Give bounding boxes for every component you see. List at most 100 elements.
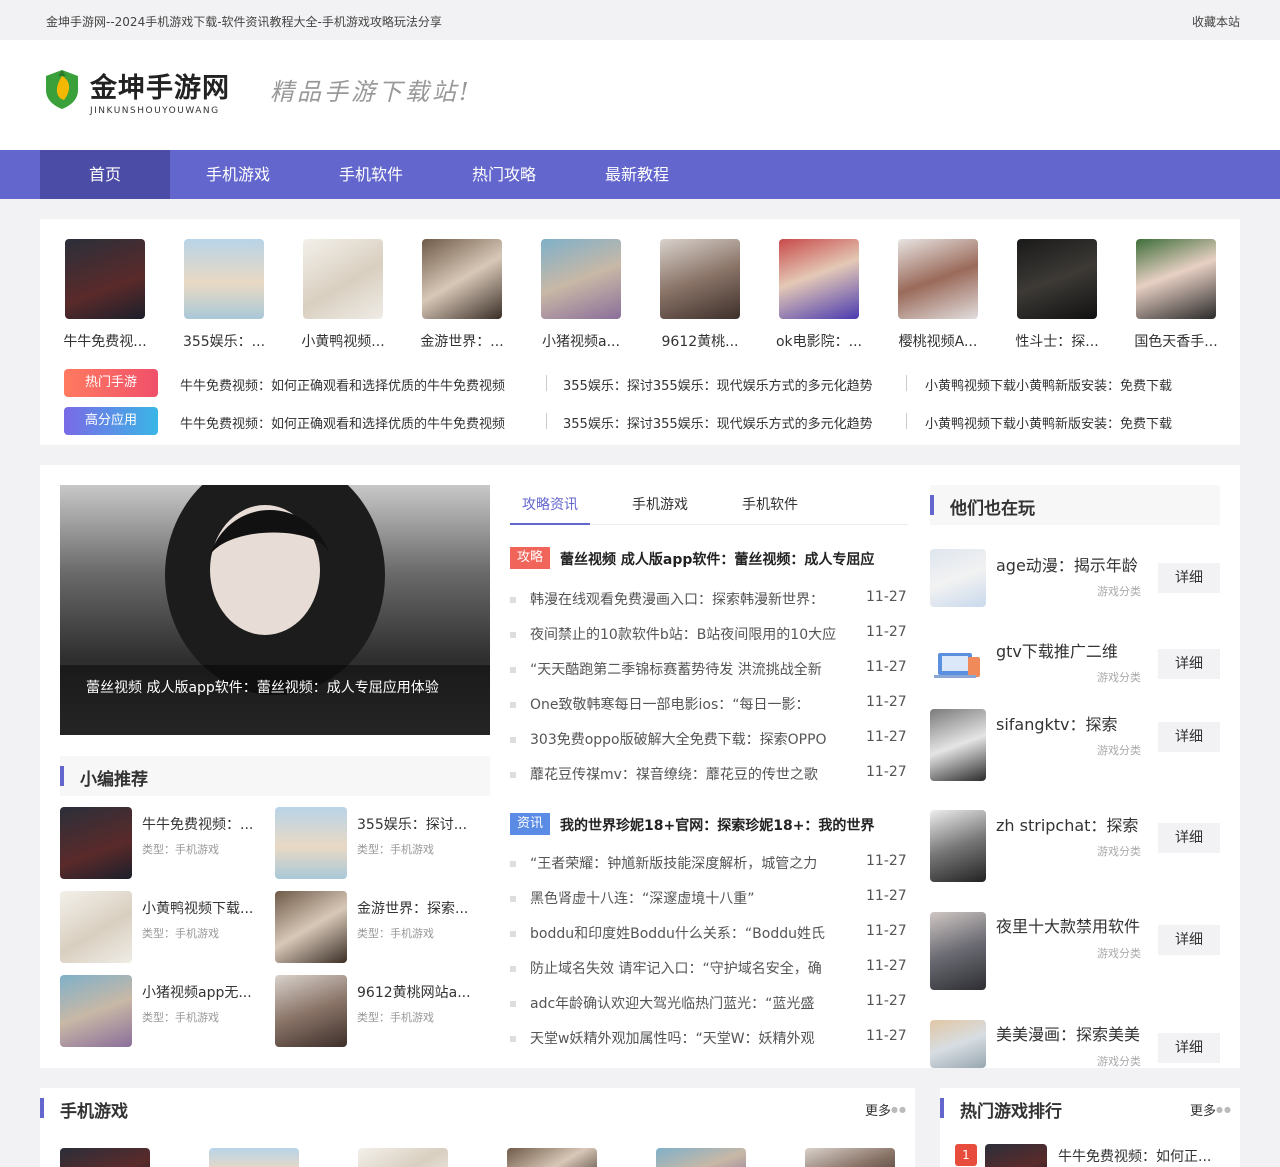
player-name[interactable]: age动漫：揭示年龄 bbox=[996, 552, 1138, 576]
game-thumb[interactable] bbox=[65, 239, 145, 319]
tab-guides[interactable]: 攻略资讯 bbox=[510, 485, 590, 525]
game-thumb[interactable] bbox=[209, 1148, 299, 1167]
news-item[interactable]: adc年龄确认欢迎大驾光临热门蓝光：“蓝光盛 bbox=[510, 993, 840, 1013]
site-logo[interactable]: 金坤手游网 JINKUNSHOUYOUWANG bbox=[42, 66, 242, 126]
game-thumb[interactable] bbox=[184, 239, 264, 319]
news-item[interactable]: 303免费oppo版破解大全免费下载：探索OPPO bbox=[510, 729, 840, 749]
game-caption[interactable]: 小猪视频a... bbox=[531, 331, 631, 351]
game-thumb[interactable] bbox=[358, 1148, 448, 1167]
game-thumb[interactable] bbox=[656, 1148, 746, 1167]
game-thumb[interactable] bbox=[805, 1148, 895, 1167]
rank-title[interactable]: 牛牛免费视频：如何正... bbox=[1058, 1146, 1211, 1166]
category-badge: 资讯 bbox=[510, 813, 550, 835]
rec-thumb[interactable] bbox=[60, 975, 132, 1047]
rec-thumb[interactable] bbox=[60, 891, 132, 963]
details-button[interactable]: 详细 bbox=[1158, 563, 1220, 593]
details-button[interactable]: 详细 bbox=[1158, 649, 1220, 679]
nav-home[interactable]: 首页 bbox=[40, 150, 170, 199]
tab-mobile-games[interactable]: 手机游戏 bbox=[610, 485, 710, 525]
tab-mobile-software[interactable]: 手机软件 bbox=[720, 485, 820, 525]
rec-title[interactable]: 小黄鸭视频下载... bbox=[142, 898, 253, 918]
game-caption[interactable]: 355娱乐：... bbox=[174, 331, 274, 351]
game-thumb[interactable] bbox=[507, 1148, 597, 1167]
news-item[interactable]: boddu和印度姓Boddu什么关系：“Boddu姓氏 bbox=[510, 923, 840, 943]
game-caption[interactable]: 小黄鸭视频... bbox=[293, 331, 393, 351]
details-button[interactable]: 详细 bbox=[1158, 1033, 1220, 1063]
rec-thumb[interactable] bbox=[275, 891, 347, 963]
top-apps-tag[interactable]: 高分应用 bbox=[64, 407, 158, 435]
nav-hot-guides[interactable]: 热门攻略 bbox=[436, 150, 572, 199]
rec-title[interactable]: 355娱乐：探讨... bbox=[357, 814, 467, 834]
details-button[interactable]: 详细 bbox=[1158, 925, 1220, 955]
game-thumb[interactable] bbox=[779, 239, 859, 319]
news-item[interactable]: One致敬韩寒每日一部电影ios：“每日一影： bbox=[510, 694, 840, 714]
player-name[interactable]: 夜里十大款禁用软件 bbox=[996, 913, 1140, 937]
player-category: 游戏分类 bbox=[1097, 585, 1141, 598]
game-thumb[interactable] bbox=[541, 239, 621, 319]
news-item[interactable]: 黑色肾虚十八连：“深邃虚境十八重” bbox=[510, 888, 840, 908]
tag-link[interactable]: 355娱乐：探讨355娱乐：现代娱乐方式的多元化趋势 bbox=[563, 375, 873, 394]
news-item[interactable]: 防止域名失效 请牢记入口：“守护域名安全，确 bbox=[510, 958, 840, 978]
tag-link[interactable]: 牛牛免费视频：如何正确观看和选择优质的牛牛免费视频 bbox=[180, 413, 505, 432]
game-thumb[interactable] bbox=[1136, 239, 1216, 319]
game-caption[interactable]: 牛牛免费视... bbox=[55, 331, 155, 351]
game-caption[interactable]: 9612黄桃... bbox=[650, 331, 750, 351]
featured-image[interactable]: 蕾丝视频 成人版app软件：蕾丝视频：成人专屈应用体验 bbox=[60, 485, 490, 735]
news-item[interactable]: “王者荣耀：钟馗新版技能深度解析，城管之力 bbox=[510, 853, 840, 873]
player-name[interactable]: 美美漫画：探索美美 bbox=[996, 1021, 1140, 1045]
player-name[interactable]: sifangktv：探索 bbox=[996, 711, 1118, 735]
more-dots-icon: ●● bbox=[891, 1105, 907, 1114]
rec-type: 类型：手机游戏 bbox=[142, 843, 219, 856]
tag-link[interactable]: 小黄鸭视频下载小黄鸭新版安装：免费下载 bbox=[925, 375, 1172, 394]
game-caption[interactable]: 性斗士：探... bbox=[1007, 331, 1107, 351]
bookmark-link[interactable]: 收藏本站 bbox=[1192, 13, 1240, 30]
game-thumb[interactable] bbox=[60, 1148, 150, 1167]
tag-link[interactable]: 牛牛免费视频：如何正确观看和选择优质的牛牛免费视频 bbox=[180, 375, 505, 394]
player-thumb[interactable] bbox=[930, 810, 986, 882]
player-thumb[interactable] bbox=[930, 549, 986, 607]
news-item[interactable]: 夜间禁止的10款软件b站：B站夜间限用的10大应 bbox=[510, 624, 840, 644]
nav-mobile-software[interactable]: 手机软件 bbox=[306, 150, 436, 199]
rec-title[interactable]: 小猪视频app无... bbox=[142, 982, 252, 1002]
news-item[interactable]: 天堂w妖精外观加属性吗：“天堂W：妖精外观 bbox=[510, 1028, 840, 1048]
game-caption[interactable]: ok电影院：... bbox=[769, 331, 869, 351]
player-thumb[interactable] bbox=[930, 912, 986, 990]
details-button[interactable]: 详细 bbox=[1158, 722, 1220, 752]
game-thumb[interactable] bbox=[898, 239, 978, 319]
player-thumb[interactable] bbox=[930, 1020, 986, 1068]
rec-title[interactable]: 金游世界：探索... bbox=[357, 898, 468, 918]
hot-games-tag[interactable]: 热门手游 bbox=[64, 369, 158, 397]
rec-title[interactable]: 9612黄桃网站a... bbox=[357, 982, 471, 1002]
game-caption[interactable]: 金游世界：... bbox=[412, 331, 512, 351]
player-name[interactable]: zh stripchat：探索 bbox=[996, 812, 1138, 836]
player-name[interactable]: gtv下载推广二维 bbox=[996, 638, 1118, 662]
news-tabs: 攻略资讯 手机游戏 手机软件 bbox=[510, 485, 908, 525]
game-thumb[interactable] bbox=[1017, 239, 1097, 319]
rec-title[interactable]: 牛牛免费视频：... bbox=[142, 814, 253, 834]
details-button[interactable]: 详细 bbox=[1158, 823, 1220, 853]
news-headline[interactable]: 蕾丝视频 成人版app软件：蕾丝视频：成人专屈应 bbox=[560, 549, 874, 569]
news-headline[interactable]: 我的世界珍妮18+官网：探索珍妮18+：我的世界 bbox=[560, 815, 874, 835]
game-caption[interactable]: 国色天香手... bbox=[1126, 331, 1226, 351]
rec-thumb[interactable] bbox=[60, 807, 132, 879]
player-thumb[interactable] bbox=[930, 709, 986, 781]
nav-latest-tutorials[interactable]: 最新教程 bbox=[572, 150, 702, 199]
news-item[interactable]: 韩漫在线观看免费漫画入口：探索韩漫新世界： bbox=[510, 589, 840, 609]
game-thumb[interactable] bbox=[422, 239, 502, 319]
more-link[interactable]: 更多 bbox=[1190, 1100, 1216, 1119]
tag-link[interactable]: 小黄鸭视频下载小黄鸭新版安装：免费下载 bbox=[925, 413, 1172, 432]
rec-thumb[interactable] bbox=[275, 807, 347, 879]
game-caption[interactable]: 樱桃视频A... bbox=[888, 331, 988, 351]
rank-thumb[interactable] bbox=[985, 1144, 1047, 1167]
tag-link[interactable]: 355娱乐：探讨355娱乐：现代娱乐方式的多元化趋势 bbox=[563, 413, 873, 432]
game-thumb[interactable] bbox=[660, 239, 740, 319]
news-item[interactable]: “天天酷跑第二季锦标赛蓄势待发 洪流挑战全新 bbox=[510, 659, 840, 679]
player-thumb[interactable] bbox=[930, 635, 986, 693]
news-item[interactable]: 蘼花豆传禖mv：禖音缭绕：蘼花豆的传世之歌 bbox=[510, 764, 840, 784]
nav-mobile-games[interactable]: 手机游戏 bbox=[170, 150, 306, 199]
logo-name: 金坤手游网 bbox=[90, 73, 230, 104]
section-title: 手机游戏 bbox=[60, 1102, 128, 1122]
game-thumb[interactable] bbox=[303, 239, 383, 319]
more-link[interactable]: 更多 bbox=[865, 1100, 891, 1119]
rec-thumb[interactable] bbox=[275, 975, 347, 1047]
